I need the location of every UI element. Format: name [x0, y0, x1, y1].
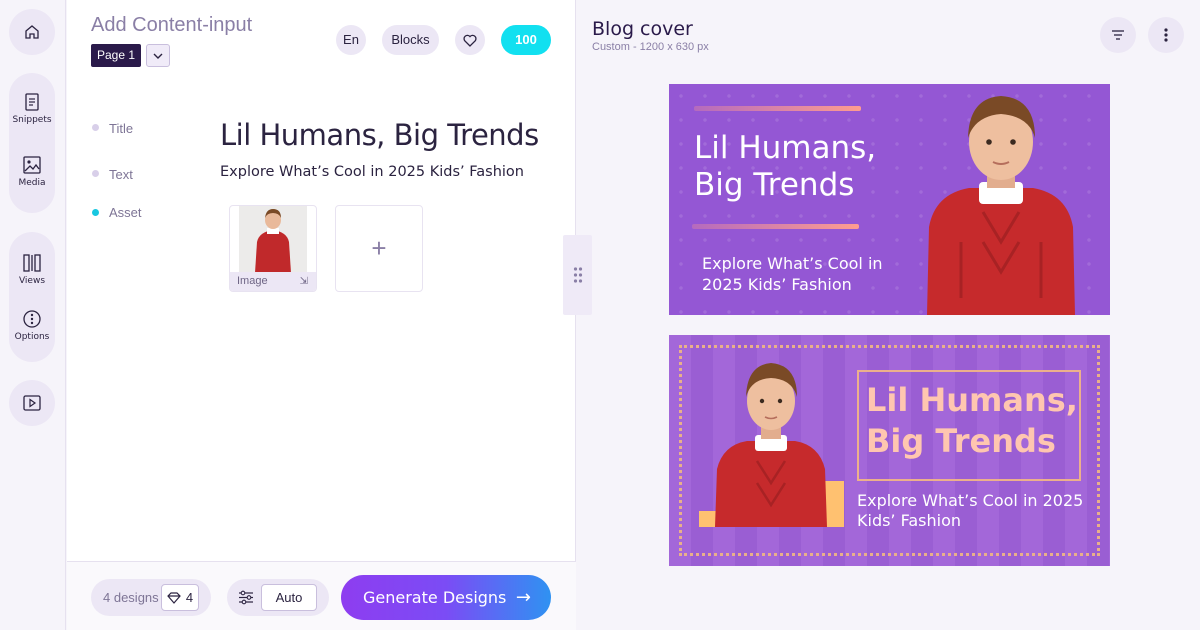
rail-item-views[interactable]: Views — [9, 254, 55, 286]
text-input[interactable]: Explore What’s Cool in 2025 Kids’ Fashio… — [220, 164, 524, 180]
page-dropdown-button[interactable] — [146, 44, 170, 67]
crop-icon[interactable]: ⇲ — [300, 272, 308, 291]
rail-label-views: Views — [18, 276, 46, 286]
design1-sub-line1: Explore What’s Cool in — [702, 254, 883, 273]
auto-mode-select[interactable]: Auto — [261, 584, 317, 611]
designs-count-input[interactable]: 4 — [161, 584, 199, 611]
title-field-dot — [92, 124, 99, 131]
designs-count-control: 4 designs 4 — [91, 579, 211, 616]
document-icon — [25, 93, 39, 111]
design-preview-1[interactable]: Lil Humans, Big Trends Explore What’s Co… — [669, 84, 1110, 315]
rail-group-settings: Views Options — [9, 232, 55, 362]
asset-thumbnail — [239, 206, 307, 273]
design-preview-2[interactable]: Lil Humans, Big Trends Explore What’s Co… — [669, 335, 1110, 566]
boy-photo-thumbnail — [239, 206, 307, 273]
text-field-label: Text — [109, 167, 133, 182]
drag-dots-icon — [573, 267, 582, 283]
sliders-icon[interactable] — [238, 590, 254, 605]
decor-line-bottom — [692, 224, 859, 229]
boy-photo-2 — [715, 363, 827, 527]
filter-button[interactable] — [1100, 17, 1136, 53]
text-field-dot — [92, 170, 99, 177]
designs-label: 4 designs — [103, 590, 159, 605]
design2-subheadline: Explore What’s Cool in 2025 Kids’ Fashio… — [857, 491, 1083, 531]
generate-designs-label: Generate Designs — [363, 588, 507, 607]
design1-subheadline: Explore What’s Cool in 2025 Kids’ Fashio… — [702, 253, 883, 295]
options-icon — [23, 310, 41, 328]
preview-title: Blog cover — [592, 18, 693, 40]
design2-sub-line1: Explore What’s Cool in 2025 — [857, 491, 1084, 510]
asset-field-label: Asset — [109, 205, 142, 220]
heart-icon — [463, 34, 477, 47]
credits-badge[interactable]: 100 — [501, 25, 551, 55]
designs-count-value: 4 — [185, 590, 194, 605]
more-vertical-icon — [1164, 28, 1168, 42]
favorite-button[interactable] — [455, 25, 485, 55]
rail-item-media[interactable]: Media — [9, 156, 55, 188]
asset-caption: Image — [237, 275, 268, 287]
auto-settings-control: Auto — [227, 579, 329, 616]
title-input[interactable]: Lil Humans, Big Trends — [220, 118, 539, 152]
columns-icon — [23, 254, 41, 272]
asset-footer: Image ⇲ — [230, 272, 316, 291]
panel-title: Add Content-input — [91, 14, 253, 36]
chevron-down-icon — [153, 53, 163, 59]
home-icon — [25, 25, 39, 39]
panel-footer: 4 designs 4 Auto Generate Designs → — [67, 561, 576, 630]
rail-label-snippets: Snippets — [12, 115, 52, 125]
boy-photo — [927, 96, 1075, 315]
title-field-label: Title — [109, 121, 134, 136]
preview-subtitle: Custom - 1200 x 630 px — [592, 41, 709, 53]
blocks-button[interactable]: Blocks — [382, 25, 439, 55]
design1-headline: Lil Humans, Big Trends — [694, 130, 876, 204]
design1-headline-line2: Big Trends — [694, 167, 855, 203]
home-button[interactable] — [9, 9, 55, 55]
left-rail: Snippets Media Views Options — [0, 0, 66, 630]
preview-play-button[interactable] — [9, 380, 55, 426]
image-icon — [23, 156, 41, 174]
design2-headline: Lil Humans, Big Trends — [866, 380, 1078, 462]
decor-line-top — [694, 106, 861, 111]
panel-resize-handle[interactable] — [563, 235, 592, 315]
asset-image-card[interactable]: Image ⇲ — [229, 205, 317, 292]
design2-headline-line1: Lil Humans, — [866, 381, 1078, 419]
diamond-icon — [167, 591, 181, 604]
language-button[interactable]: En — [336, 25, 366, 55]
arrow-right-icon: → — [515, 587, 531, 608]
design2-sub-line2: Kids’ Fashion — [857, 511, 961, 530]
asset-field-dot — [92, 209, 99, 216]
page-selector[interactable]: Page 1 — [91, 44, 142, 67]
design1-headline-line1: Lil Humans, — [694, 130, 877, 166]
filter-icon — [1112, 30, 1124, 40]
design2-headline-line2: Big Trends — [866, 422, 1056, 460]
generate-designs-button[interactable]: Generate Designs → — [341, 575, 551, 620]
design1-sub-line2: 2025 Kids’ Fashion — [702, 275, 852, 294]
rail-label-options: Options — [14, 332, 50, 342]
more-options-button[interactable] — [1148, 17, 1184, 53]
rail-item-snippets[interactable]: Snippets — [9, 93, 55, 125]
content-panel: Add Content-input Page 1 En Blocks 100 T… — [67, 0, 576, 630]
rail-label-media: Media — [18, 178, 46, 188]
add-asset-button[interactable]: + — [335, 205, 423, 292]
rail-group-content: Snippets Media — [9, 73, 55, 213]
rail-item-options[interactable]: Options — [9, 310, 55, 342]
play-icon — [23, 395, 41, 411]
